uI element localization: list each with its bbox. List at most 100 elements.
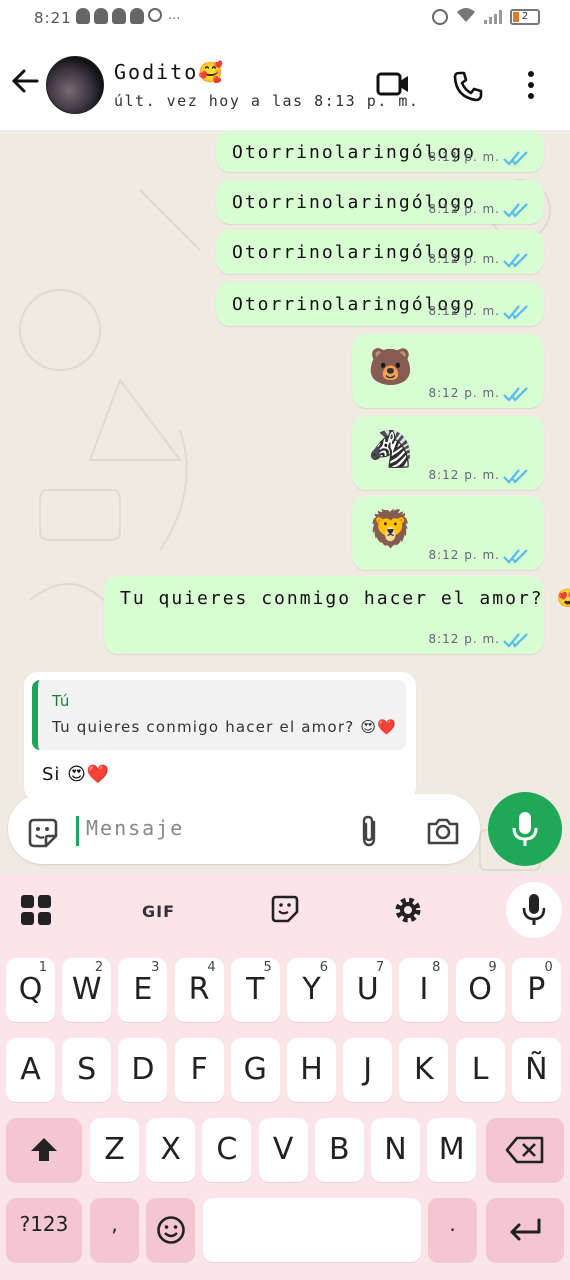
key-label: I: [419, 972, 429, 1007]
key-q[interactable]: Q1: [6, 958, 55, 1022]
spacebar-key[interactable]: [203, 1198, 421, 1262]
key-h[interactable]: H: [287, 1038, 336, 1102]
shift-icon: [31, 1138, 57, 1161]
key-label: ?123: [19, 1212, 69, 1236]
key-c[interactable]: C: [202, 1118, 252, 1182]
key-label: X: [160, 1132, 181, 1167]
enter-key[interactable]: [486, 1198, 564, 1262]
key-n[interactable]: N: [371, 1118, 420, 1182]
message-emoji: 🐻: [368, 347, 413, 388]
read-ticks-icon: [502, 150, 530, 166]
comma-key[interactable]: ,: [90, 1198, 139, 1262]
key-e[interactable]: E3: [118, 958, 168, 1022]
key-o[interactable]: O9: [455, 958, 505, 1022]
read-ticks-icon: [502, 632, 530, 648]
attach-icon[interactable]: [356, 814, 382, 852]
contact-name[interactable]: Godito🥰: [114, 60, 225, 84]
sticker-icon[interactable]: [26, 816, 60, 854]
settings-gear-icon[interactable]: [392, 894, 424, 930]
keyboard: GIF Q1W2E3R4T5Y6U7I8O9P0ASDFGHJKLÑZXCVBN…: [0, 874, 570, 1280]
keyboard-mic-button[interactable]: [506, 882, 562, 938]
key-number-hint: 7: [375, 960, 385, 975]
key-a[interactable]: A: [6, 1038, 55, 1102]
outgoing-message[interactable]: Tu quieres conmigo hacer el amor? 😍❤️ 8:1…: [104, 576, 570, 654]
key-p[interactable]: P0: [511, 958, 561, 1022]
sticker-icon[interactable]: [270, 894, 300, 928]
read-ticks-icon: [502, 386, 530, 402]
key-t[interactable]: T5: [230, 958, 280, 1022]
shift-key[interactable]: [6, 1118, 82, 1182]
key-label: V: [272, 1132, 294, 1167]
key-label: W: [71, 972, 102, 1007]
outgoing-message[interactable]: Otorrinolaringólogo 8:12 p. m.: [216, 282, 544, 326]
read-ticks-icon: [502, 304, 530, 320]
camera-icon[interactable]: [426, 816, 460, 850]
key-g[interactable]: G: [230, 1038, 280, 1102]
outgoing-message[interactable]: 🦓 8:12 p. m.: [352, 416, 544, 490]
backspace-icon: [505, 1136, 544, 1164]
key-s[interactable]: S: [62, 1038, 112, 1102]
outgoing-message[interactable]: Otorrinolaringólogo 8:12 p. m.: [216, 230, 544, 274]
key-j[interactable]: J: [343, 1038, 393, 1102]
microphone-icon: [512, 812, 538, 846]
key-number-hint: 4: [207, 960, 216, 975]
quoted-message[interactable]: Tú Tu quieres conmigo hacer el amor? 😍❤️: [32, 680, 406, 750]
key-ñ[interactable]: Ñ: [511, 1038, 561, 1102]
key-label: Z: [104, 1132, 125, 1167]
key-label: S: [77, 1052, 97, 1087]
wifi-icon: [456, 7, 476, 27]
key-number-hint: 2: [94, 960, 104, 975]
symbols-key[interactable]: ?123: [6, 1198, 82, 1262]
key-r[interactable]: R4: [174, 958, 224, 1022]
key-m[interactable]: M: [427, 1118, 477, 1182]
key-number-hint: 9: [488, 960, 497, 975]
key-l[interactable]: L: [455, 1038, 505, 1102]
incoming-message[interactable]: Tú Tu quieres conmigo hacer el amor? 😍❤️…: [24, 672, 416, 802]
outgoing-message[interactable]: Otorrinolaringólogo 8:11 p. m.: [216, 130, 544, 172]
avatar[interactable]: [46, 56, 104, 114]
key-b[interactable]: B: [314, 1118, 364, 1182]
whatsapp-icon: [148, 8, 162, 22]
notification-icons: ...: [76, 8, 180, 24]
back-arrow-icon[interactable]: [10, 66, 40, 104]
chat-area[interactable]: Otorrinolaringólogo 8:11 p. m. Otorrinolar…: [0, 130, 570, 875]
key-x[interactable]: X: [146, 1118, 196, 1182]
apps-grid-icon[interactable]: [20, 894, 52, 930]
snapchat-icon: [130, 8, 144, 24]
outgoing-message[interactable]: 🐻 8:12 p. m.: [352, 334, 544, 408]
key-k[interactable]: K: [399, 1038, 449, 1102]
key-number-hint: 3: [151, 960, 160, 975]
period-key[interactable]: .: [428, 1198, 477, 1262]
key-u[interactable]: U7: [343, 958, 393, 1022]
enter-icon: [510, 1218, 541, 1241]
voice-message-button[interactable]: [488, 792, 562, 866]
gif-button[interactable]: GIF: [142, 902, 175, 921]
outgoing-message[interactable]: 🦁 8:12 p. m.: [352, 496, 544, 570]
key-label: B: [329, 1132, 350, 1167]
key-label: A: [20, 1052, 41, 1087]
phone-call-icon[interactable]: [452, 70, 484, 106]
video-call-icon[interactable]: [376, 70, 410, 102]
snapchat-icon: [112, 8, 126, 24]
key-f[interactable]: F: [174, 1038, 224, 1102]
more-options-icon[interactable]: [526, 70, 536, 104]
text-cursor: [76, 816, 79, 846]
key-label: G: [243, 1052, 267, 1087]
read-ticks-icon: [502, 252, 530, 268]
signal-icon: [484, 10, 502, 24]
key-label: K: [414, 1052, 434, 1087]
key-label: Ñ: [525, 1052, 548, 1087]
key-v[interactable]: V: [258, 1118, 308, 1182]
emoji-key[interactable]: [146, 1198, 195, 1262]
outgoing-message[interactable]: Otorrinolaringólogo 8:12 p. m.: [216, 180, 544, 224]
message-input[interactable]: Mensaje: [8, 794, 480, 864]
key-i[interactable]: I8: [399, 958, 449, 1022]
backspace-key[interactable]: [486, 1118, 564, 1182]
key-y[interactable]: Y6: [287, 958, 336, 1022]
key-w[interactable]: W2: [62, 958, 112, 1022]
key-d[interactable]: D: [118, 1038, 168, 1102]
key-z[interactable]: Z: [90, 1118, 139, 1182]
key-label: T: [246, 972, 265, 1007]
read-ticks-icon: [502, 548, 530, 564]
chat-header: Godito🥰 últ. vez hoy a las 8:13 p. m.: [0, 38, 570, 130]
